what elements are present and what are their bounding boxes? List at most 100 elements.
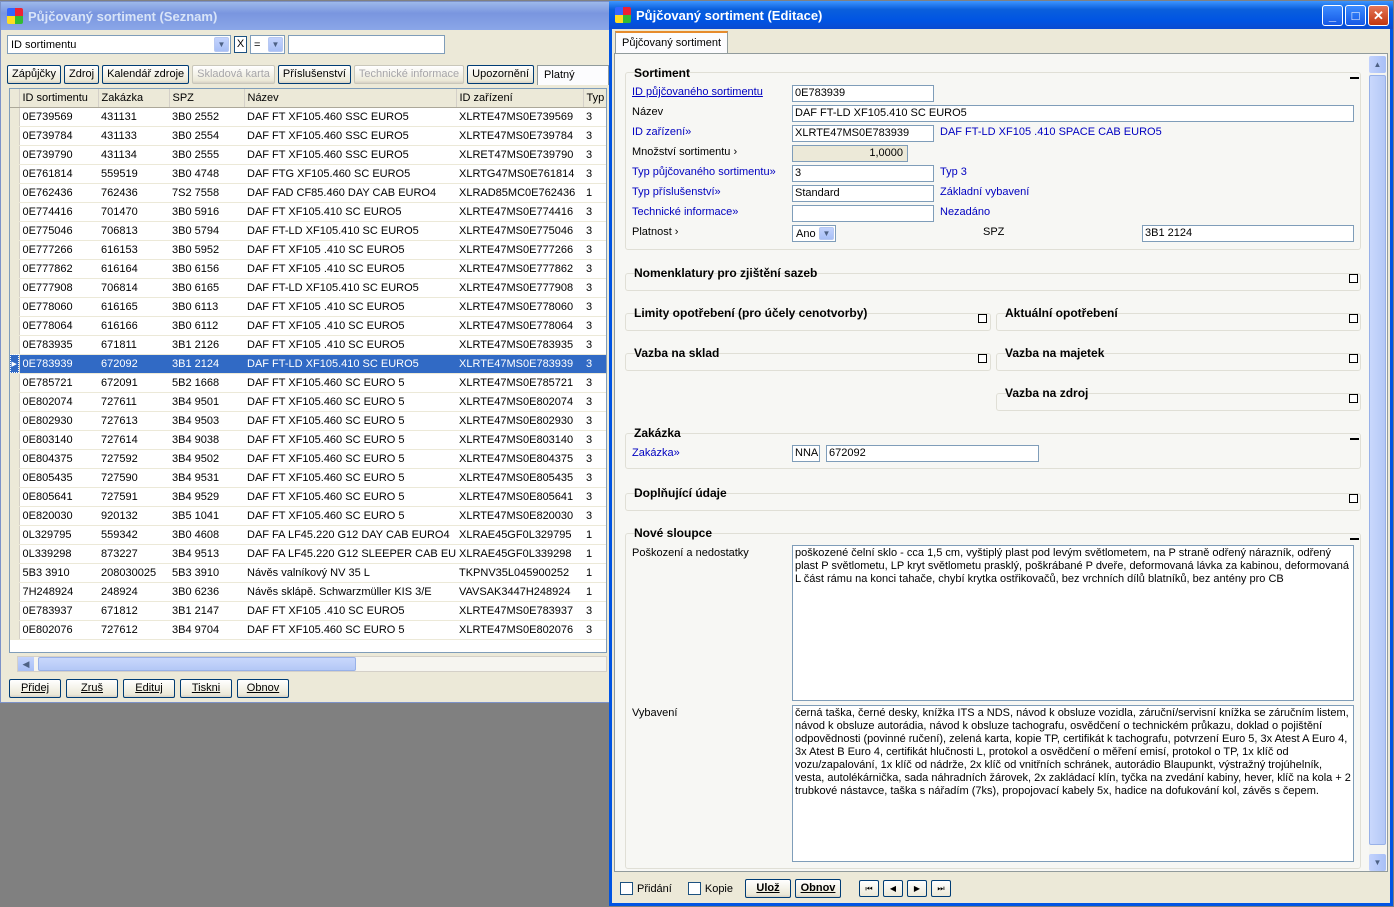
scroll-left-icon[interactable]: ◀ xyxy=(18,657,34,671)
id-zarizeni-label[interactable]: ID zařízení» xyxy=(632,126,691,138)
poskozeni-textarea[interactable]: poškozené čelní sklo - cca 1,5 cm, vyšti… xyxy=(792,545,1354,701)
table-cell[interactable]: XLRAE45GF0L329795 xyxy=(456,525,583,545)
table-cell[interactable]: 431133 xyxy=(98,126,169,146)
table-row[interactable]: 0E739790 431134 3B0 2555 DAF FT XF105.460 S… xyxy=(10,145,606,165)
table-cell[interactable]: 3B0 2552 xyxy=(169,107,244,127)
table-cell[interactable]: XLRTE47MS0E783939 xyxy=(456,354,583,374)
table-cell[interactable]: 706813 xyxy=(98,221,169,241)
section-title[interactable]: Aktuální opotřebení xyxy=(1005,306,1118,320)
table-cell[interactable]: XLRTE47MS0E802076 xyxy=(456,620,583,640)
table-cell[interactable]: 672092 xyxy=(98,354,169,374)
table-cell[interactable]: 1 xyxy=(583,544,606,564)
table-cell[interactable]: 3B0 6165 xyxy=(169,278,244,298)
row-indicator[interactable] xyxy=(10,240,20,260)
table-cell[interactable]: DAF FT XF105.460 SC EURO 5 xyxy=(244,373,456,393)
table-cell[interactable]: DAF FT XF105.460 SC EURO 5 xyxy=(244,487,456,507)
table-cell[interactable]: 0E777908 xyxy=(19,278,98,298)
table-row[interactable]: 0E805435 727590 3B4 9531 DAF FT XF105.460 S… xyxy=(10,468,606,488)
table-cell[interactable]: DAF FA LF45.220 G12 DAY CAB EURO4 xyxy=(244,525,456,545)
row-indicator[interactable] xyxy=(10,202,20,222)
table-cell[interactable]: 1 xyxy=(583,525,606,545)
table-cell[interactable]: 3B4 9502 xyxy=(169,449,244,469)
table-cell[interactable]: XLRTG47MS0E761814 xyxy=(456,164,583,184)
table-row[interactable]: 0E778060 616165 3B0 6113 DAF FT XF105 .410 … xyxy=(10,297,606,317)
section-title[interactable]: Nomenklatury pro zjištění sazeb xyxy=(634,266,817,280)
uloz-button[interactable]: Ulož xyxy=(745,879,791,898)
table-cell[interactable]: 3 xyxy=(583,411,606,431)
maximize-icon[interactable]: □ xyxy=(1345,4,1366,26)
table-cell[interactable]: TKPNV35L045900252 xyxy=(456,563,583,583)
row-indicator[interactable] xyxy=(10,544,20,564)
table-cell[interactable]: 3 xyxy=(583,335,606,355)
table-cell[interactable]: 727614 xyxy=(98,430,169,450)
tiskni-button[interactable]: Tiskni xyxy=(180,679,232,698)
table-cell[interactable]: 559519 xyxy=(98,164,169,184)
collapse-icon[interactable] xyxy=(1350,538,1359,540)
vertical-scrollbar[interactable]: ▲ ▼ xyxy=(1369,56,1386,871)
table-cell[interactable]: XLRTE47MS0E777266 xyxy=(456,240,583,260)
table-cell[interactable]: DAF FT XF105.460 SC EURO 5 xyxy=(244,430,456,450)
table-cell[interactable]: 671812 xyxy=(98,601,169,621)
table-cell[interactable]: 3B1 2147 xyxy=(169,601,244,621)
row-indicator[interactable] xyxy=(10,107,20,127)
table-cell[interactable]: 0E739784 xyxy=(19,126,98,146)
row-indicator[interactable] xyxy=(10,392,20,412)
tab-platny-sortiment[interactable]: Platný sortiment xyxy=(537,65,609,99)
table-row[interactable]: 0E805641 727591 3B4 9529 DAF FT XF105.460 S… xyxy=(10,487,606,507)
table-cell[interactable]: 0E775046 xyxy=(19,221,98,241)
row-indicator[interactable] xyxy=(10,259,20,279)
row-indicator[interactable] xyxy=(10,411,20,431)
table-cell[interactable]: XLRAE45GF0L339298 xyxy=(456,544,583,564)
table-cell[interactable]: 0E783937 xyxy=(19,601,98,621)
table-cell[interactable]: XLRET47MS0E739790 xyxy=(456,145,583,165)
table-row[interactable]: 0E783937 671812 3B1 2147 DAF FT XF105 .410 … xyxy=(10,601,606,621)
table-row[interactable]: 0L329795 559342 3B0 4608 DAF FA LF45.220 G1… xyxy=(10,525,606,545)
table-cell[interactable]: XLRTE47MS0E783937 xyxy=(456,601,583,621)
table-cell[interactable]: Návěs sklápě. Schwarzmüller KIS 3/E xyxy=(244,582,456,602)
table-row[interactable]: 0E802074 727611 3B4 9501 DAF FT XF105.460 S… xyxy=(10,392,606,412)
table-cell[interactable]: XLRTE47MS0E802930 xyxy=(456,411,583,431)
table-cell[interactable]: 3B0 6236 xyxy=(169,582,244,602)
row-indicator[interactable] xyxy=(10,335,20,355)
table-cell[interactable]: 3 xyxy=(583,601,606,621)
scroll-up-icon[interactable]: ▲ xyxy=(1369,56,1386,73)
table-cell[interactable]: 3 xyxy=(583,487,606,507)
typ-prislusenstvi-label[interactable]: Typ příslušenství» xyxy=(632,186,721,198)
row-indicator[interactable] xyxy=(10,278,20,298)
table-cell[interactable]: 3B0 5794 xyxy=(169,221,244,241)
table-cell[interactable]: DAF FT XF105.460 SC EURO 5 xyxy=(244,411,456,431)
table-row[interactable]: 0E802930 727613 3B4 9503 DAF FT XF105.460 S… xyxy=(10,411,606,431)
table-cell[interactable]: 3 xyxy=(583,164,606,184)
table-cell[interactable]: 701470 xyxy=(98,202,169,222)
table-cell[interactable]: XLRTE47MS0E805435 xyxy=(456,468,583,488)
table-cell[interactable]: 3 xyxy=(583,430,606,450)
table-cell[interactable]: 0E762436 xyxy=(19,183,98,203)
vybaveni-textarea[interactable]: černá taška, černé desky, knížka ITS a N… xyxy=(792,705,1354,862)
pridani-checkbox[interactable] xyxy=(620,882,633,895)
table-cell[interactable]: Návěs valníkový NV 35 L xyxy=(244,563,456,583)
table-row[interactable]: 0E762436 762436 7S2 7558 DAF FAD CF85.460 D… xyxy=(10,183,606,203)
table-cell[interactable]: 0L329795 xyxy=(19,525,98,545)
id-sortimentu-field[interactable]: 0E783939 xyxy=(792,85,934,102)
table-cell[interactable]: 0E802930 xyxy=(19,411,98,431)
table-cell[interactable]: DAF FAD CF85.460 DAY CAB EURO4 xyxy=(244,183,456,203)
table-cell[interactable]: 0E774416 xyxy=(19,202,98,222)
table-cell[interactable]: 920132 xyxy=(98,506,169,526)
table-cell[interactable]: 3 xyxy=(583,620,606,640)
table-cell[interactable]: XLRTE47MS0E774416 xyxy=(456,202,583,222)
section-title[interactable]: Doplňující údaje xyxy=(634,486,727,500)
table-row[interactable]: 0E761814 559519 3B0 4748 DAF FTG XF105.460 … xyxy=(10,164,606,184)
filter-negate-checkbox[interactable]: X xyxy=(234,36,247,53)
table-cell[interactable]: 0E761814 xyxy=(19,164,98,184)
table-row[interactable]: 0E777908 706814 3B0 6165 DAF FT-LD XF105.41… xyxy=(10,278,606,298)
table-row[interactable]: 0E775046 706813 3B0 5794 DAF FT-LD XF105.41… xyxy=(10,221,606,241)
table-cell[interactable]: XLRTE47MS0E785721 xyxy=(456,373,583,393)
technicke-informace-label[interactable]: Technické informace» xyxy=(632,206,738,218)
table-cell[interactable]: 3B0 2555 xyxy=(169,145,244,165)
table-cell[interactable]: 0E783939 xyxy=(19,354,98,374)
table-row[interactable]: 0E802076 727612 3B4 9704 DAF FT XF105.460 S… xyxy=(10,620,606,640)
table-cell[interactable]: 5B3 3910 xyxy=(19,563,98,583)
table-cell[interactable]: XLRTE47MS0E778060 xyxy=(456,297,583,317)
table-cell[interactable]: DAF FT XF105 .410 SC EURO5 xyxy=(244,259,456,279)
table-cell[interactable]: DAF FT XF105.460 SC EURO 5 xyxy=(244,468,456,488)
